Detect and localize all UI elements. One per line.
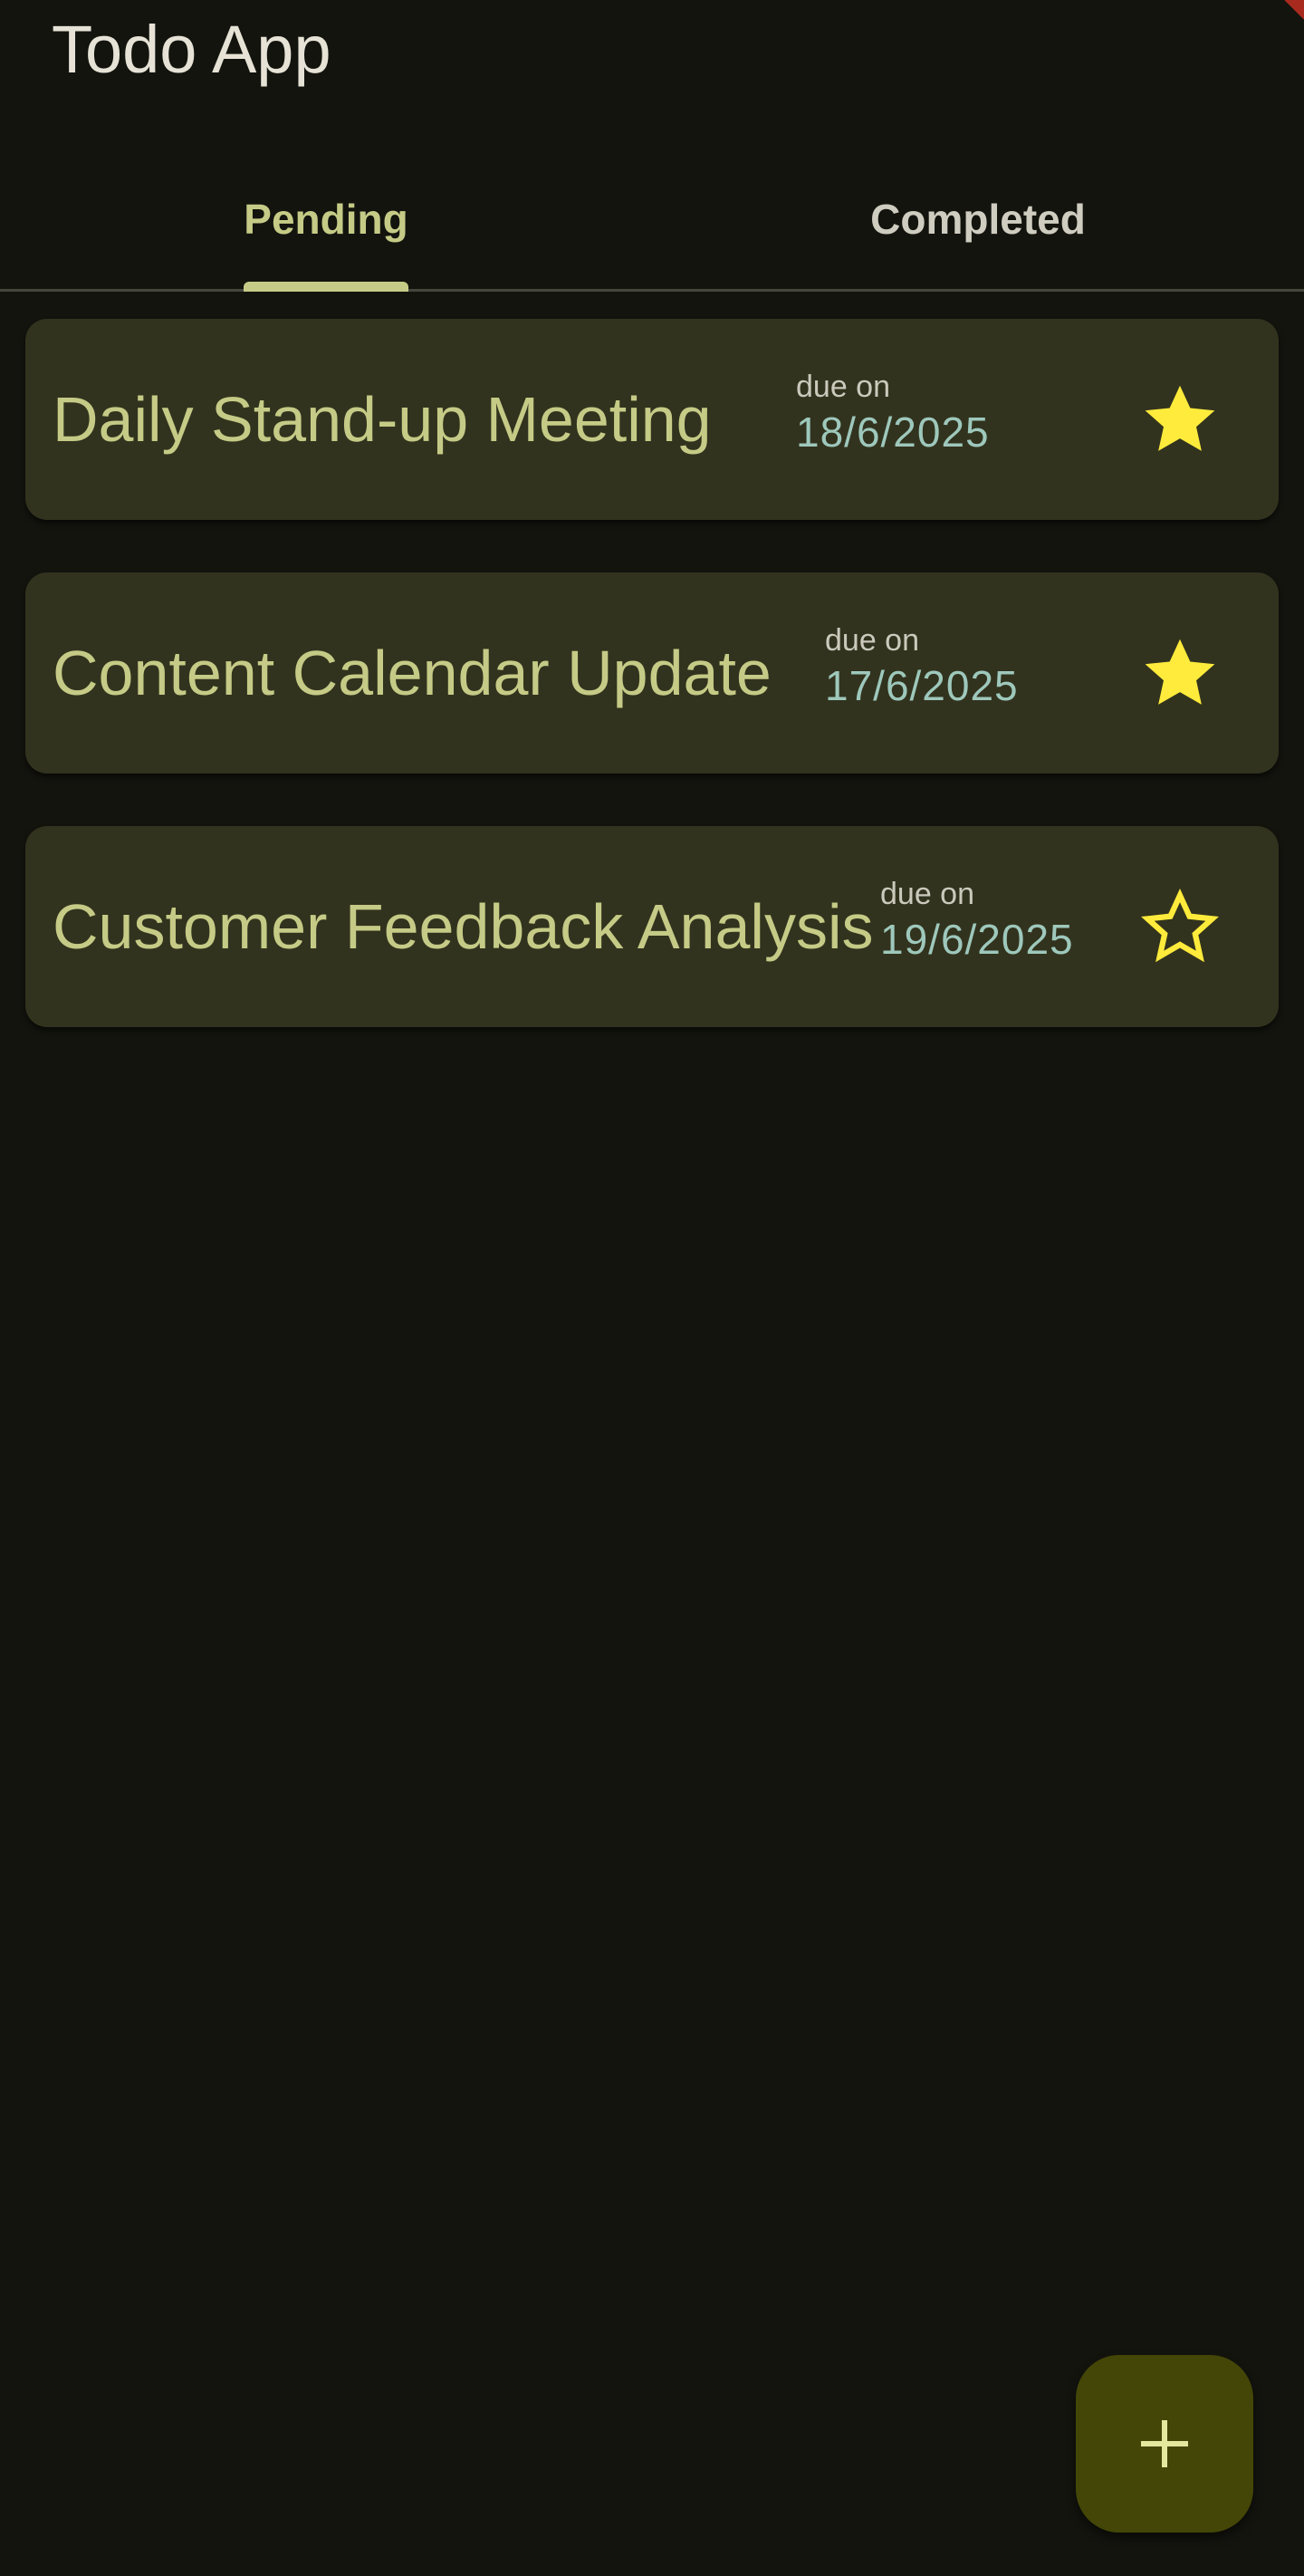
tab-active-indicator [244, 282, 408, 292]
due-date-block: due on 19/6/2025 [880, 876, 1074, 966]
due-date-block: due on 17/6/2025 [825, 622, 1019, 713]
tab-pending-label: Pending [244, 195, 408, 243]
tab-completed[interactable]: Completed [652, 163, 1304, 289]
due-label: due on [825, 623, 919, 658]
due-label: due on [880, 877, 974, 911]
plus-icon [1141, 2420, 1188, 2467]
tab-bar: Pending Completed [0, 163, 1304, 292]
star-outline-icon[interactable] [1137, 884, 1222, 969]
due-date: 18/6/2025 [796, 409, 990, 456]
tab-completed-label: Completed [870, 195, 1086, 243]
todo-title: Content Calendar Update [53, 638, 772, 708]
star-filled-icon[interactable] [1137, 630, 1222, 716]
todo-item[interactable]: Customer Feedback Analysis due on 19/6/2… [25, 826, 1279, 1027]
add-todo-button[interactable] [1076, 2355, 1253, 2533]
due-date: 19/6/2025 [880, 916, 1074, 963]
due-date: 17/6/2025 [825, 662, 1019, 709]
todo-title: Daily Stand-up Meeting [53, 384, 712, 455]
tab-pending[interactable]: Pending [0, 163, 652, 292]
todo-title: Customer Feedback Analysis [53, 891, 874, 962]
todo-item[interactable]: Content Calendar Update due on 17/6/2025 [25, 572, 1279, 774]
app-title: Todo App [52, 12, 331, 87]
due-label: due on [796, 370, 890, 404]
todo-item[interactable]: Daily Stand-up Meeting due on 18/6/2025 [25, 319, 1279, 520]
star-filled-icon[interactable] [1137, 377, 1222, 462]
debug-corner-banner [1284, 0, 1304, 20]
todo-list: Daily Stand-up Meeting due on 18/6/2025 … [25, 319, 1279, 1080]
due-date-block: due on 18/6/2025 [796, 369, 990, 459]
